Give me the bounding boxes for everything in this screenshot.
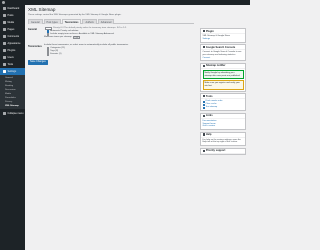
media-icon (3, 21, 6, 24)
collapse-icon (3, 112, 6, 115)
menu-dashboard[interactable]: Dashboard (0, 5, 25, 12)
formats-checkbox[interactable] (47, 53, 50, 56)
formats-label: Formats (1) (50, 53, 62, 55)
taxonomies-row: Taxonomies Include these taxonomies, or … (28, 43, 194, 57)
menu-tools[interactable]: Tools (0, 61, 25, 68)
google-icon (202, 45, 205, 49)
wrench-icon (3, 63, 6, 66)
tags-checkbox[interactable] (47, 50, 50, 53)
page-title: XML Sitemap (28, 7, 56, 12)
menu-users[interactable]: Users (0, 54, 25, 61)
priority-support-title: Priority support (205, 149, 226, 153)
pin-icon (3, 14, 6, 17)
tab-general[interactable]: General (28, 19, 43, 24)
notifier-notice: Notify Google by submitting your sitemap… (202, 69, 244, 80)
save-changes-button[interactable]: Save Changes (28, 60, 48, 65)
max-terms-line: Maximum terms per sitemap 2000 (44, 36, 194, 39)
users-icon (3, 56, 6, 59)
menu-settings[interactable]: Settings (0, 68, 25, 75)
priority-support-panel: Priority support (200, 147, 246, 155)
gsc-connect-link[interactable]: Connect (203, 57, 244, 60)
plugin-settings-link[interactable]: Settings (203, 38, 244, 41)
plugin-panel-title: Plugin (205, 29, 214, 33)
check-icon (202, 106, 205, 109)
menu-appearance[interactable]: Appearance (0, 40, 25, 47)
refresh-icon (202, 100, 205, 103)
link-icon (202, 114, 205, 117)
wordpress-logo-icon[interactable] (2, 1, 5, 4)
menu-comments[interactable]: Comments (0, 33, 25, 40)
plugin-panel: Plugin XML Sitemap & Google News Setting… (200, 28, 246, 43)
taxonomy-formats: Formats (1) (44, 53, 194, 56)
tab-authors[interactable]: Authors (82, 19, 97, 24)
trash-icon (202, 103, 205, 106)
notifier-panel-title: Sitemap notifier (205, 64, 226, 68)
help-panel-title: Help (205, 133, 212, 137)
menu-plugins[interactable]: Plugins (0, 47, 25, 54)
general-row-label: General (28, 27, 37, 31)
gsc-panel-title: Google Search Console (205, 45, 236, 49)
admin-sidebar: Dashboard Posts Media Pages Comments App… (0, 5, 25, 250)
links-panel: Links Documentation Support forum Give a… (200, 112, 246, 131)
settings-form: General Priority 0.3 The default priorit… (28, 26, 194, 65)
help-panel: Help For help on the various settings, o… (200, 131, 246, 147)
brush-icon (3, 42, 6, 45)
star-icon (202, 149, 205, 152)
page-intro: These settings control the XML Sitemaps … (28, 14, 122, 16)
notifier-panel: Sitemap notifier Notify Google by submit… (200, 62, 246, 92)
admin-bar (0, 0, 250, 5)
settings-submenu: General Writing Reading Discussion Media… (0, 75, 25, 109)
main-content: XML Sitemap These settings control the X… (28, 7, 246, 155)
taxonomies-row-label: Taxonomies (28, 44, 42, 48)
max-terms-input[interactable]: 2000 (72, 36, 80, 39)
categories-checkbox[interactable] (47, 47, 50, 50)
bell-icon (202, 64, 205, 68)
plugin-icon (202, 29, 205, 33)
comment-icon (3, 35, 6, 38)
sidebar-panels: Plugin XML Sitemap & Google News Setting… (200, 28, 246, 156)
gsc-panel: Google Search Console Connect to Google … (200, 44, 246, 62)
wrench-icon (202, 95, 205, 98)
page-icon (3, 28, 6, 31)
submenu-xml-sitemap[interactable]: XML Sitemap (5, 104, 25, 108)
tab-post-types[interactable]: Post types (43, 19, 61, 24)
tab-advanced[interactable]: Advanced (97, 19, 115, 24)
tab-taxonomies[interactable]: Taxonomies (61, 19, 82, 24)
menu-media[interactable]: Media (0, 19, 25, 26)
notifier-warning: Make sure you register and verify your s… (202, 80, 244, 90)
settings-icon (3, 70, 6, 73)
help-icon (202, 133, 205, 136)
test-sitemap-link[interactable]: Test sitemap (206, 106, 218, 109)
tools-panel-title: Tools (205, 94, 213, 98)
tools-panel: Tools Flush rewrite rules Clear cache Te… (200, 93, 246, 112)
plug-icon (3, 49, 6, 52)
links-panel-title: Links (205, 114, 213, 118)
tab-bar: General Post types Taxonomies Authors Ad… (28, 19, 194, 24)
dashboard-icon (3, 7, 6, 10)
menu-pages[interactable]: Pages (0, 26, 25, 33)
help-text: For help on the various settings, open t… (202, 138, 241, 144)
review-link[interactable]: Give a review (203, 125, 244, 128)
auto-priority-checkbox[interactable] (47, 30, 50, 33)
general-row: General Priority 0.3 The default priorit… (28, 26, 194, 40)
menu-posts[interactable]: Posts (0, 12, 25, 19)
collapse-menu-button[interactable]: Collapse menu (0, 110, 25, 117)
max-terms-label: Maximum terms per sitemap (44, 36, 72, 38)
